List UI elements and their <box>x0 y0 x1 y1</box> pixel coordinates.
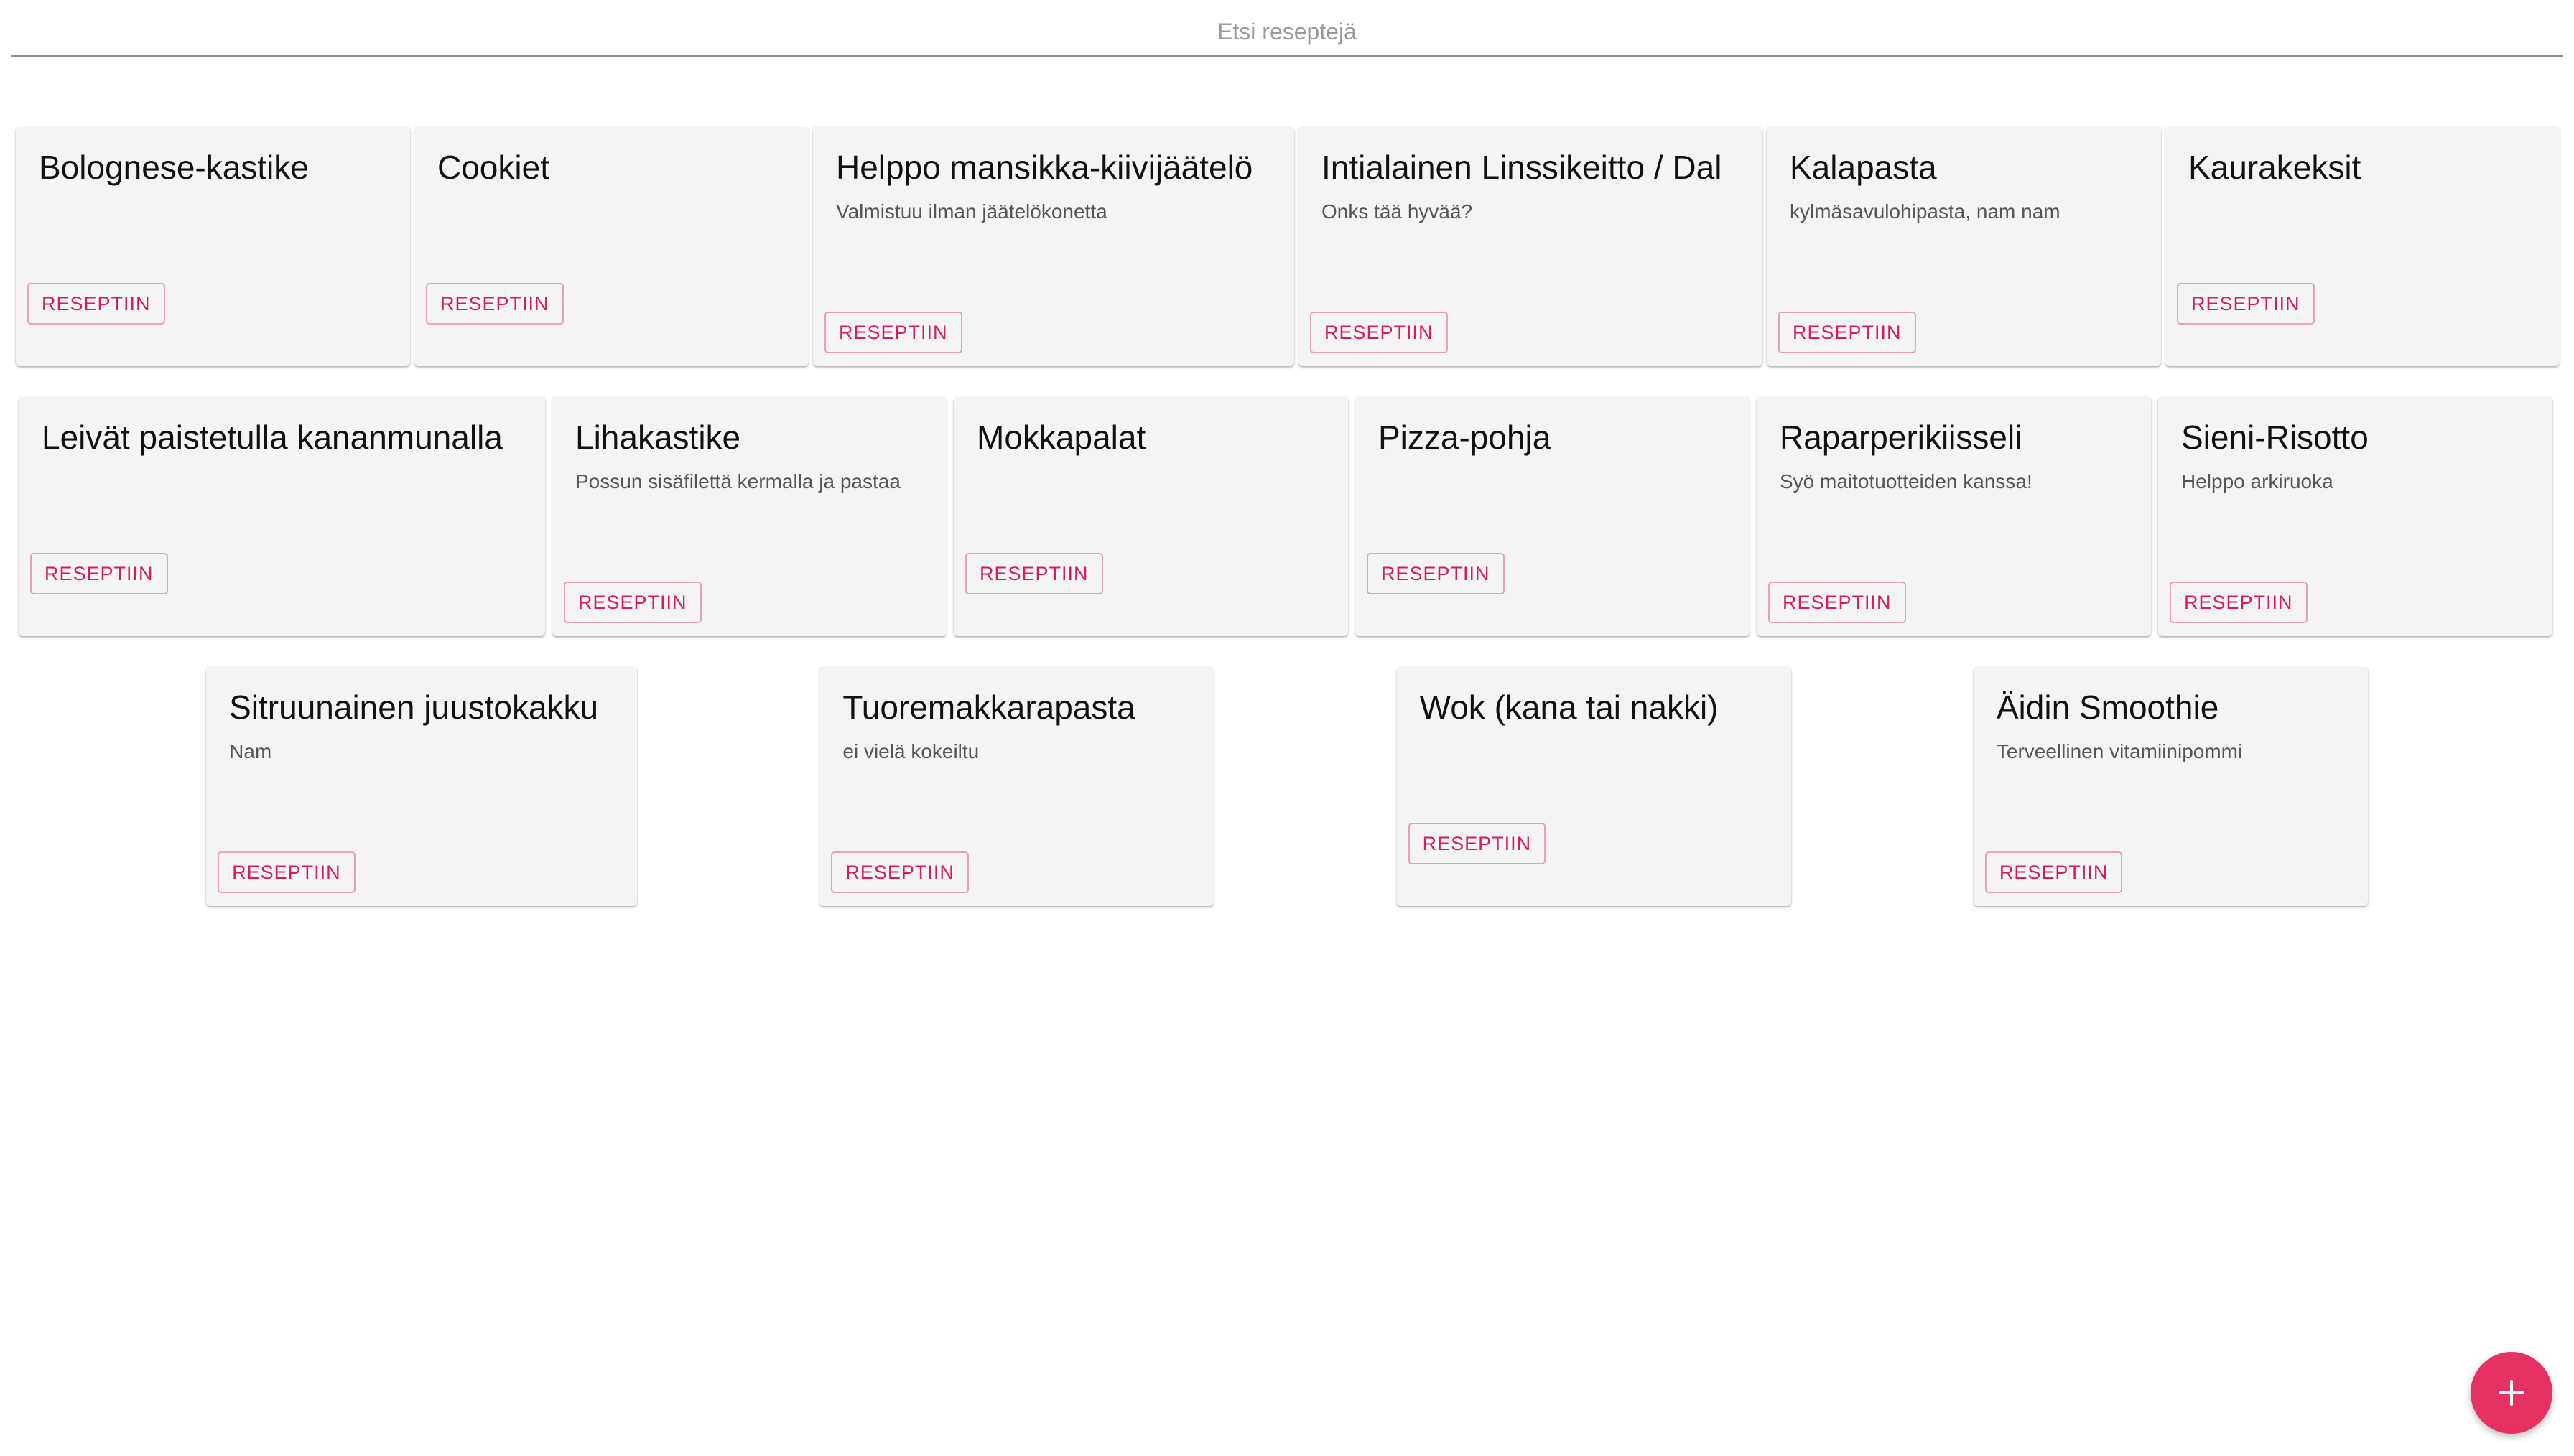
recipe-row-1: Bolognese-kastike RESEPTIIN Cookiet RESE… <box>0 126 2574 366</box>
recipe-card: Kaurakeksit RESEPTIIN <box>2165 126 2560 366</box>
recipe-card: Raparperikiisseli Syö maitotuotteiden ka… <box>1757 396 2151 636</box>
recipe-title: Cookiet <box>437 149 549 186</box>
recipe-card: Lihakastike Possun sisäfilettä kermalla … <box>552 396 947 636</box>
recipe-card: Leivät paistetulla kananmunalla RESEPTII… <box>19 396 545 636</box>
recipe-card: Bolognese-kastike RESEPTIIN <box>16 126 410 366</box>
recipe-title: Raparperikiisseli <box>1780 419 2022 456</box>
recipe-card: Kalapasta kylmäsavulohipasta, nam nam RE… <box>1767 126 2161 366</box>
open-recipe-button[interactable]: RESEPTIIN <box>218 851 356 893</box>
recipe-title: Sitruunainen juustokakku <box>229 689 599 726</box>
recipe-description: Onks tää hyvää? <box>1321 200 1473 223</box>
open-recipe-button[interactable]: RESEPTIIN <box>30 553 168 594</box>
recipe-card: Mokkapalat RESEPTIIN <box>954 396 1348 636</box>
open-recipe-button[interactable]: RESEPTIIN <box>564 582 702 623</box>
open-recipe-button[interactable]: RESEPTIIN <box>824 312 962 353</box>
recipe-title: Tuoremakkarapasta <box>842 689 1135 726</box>
recipe-title: Äidin Smoothie <box>1996 689 2219 726</box>
recipe-row-3: Sitruunainen juustokakku Nam RESEPTIIN T… <box>0 666 2574 906</box>
recipe-title: Helppo mansikka-kiivijäätelö <box>836 149 1253 186</box>
recipe-description: Nam <box>229 740 272 763</box>
open-recipe-button[interactable]: RESEPTIIN <box>1768 582 1906 623</box>
open-recipe-button[interactable]: RESEPTIIN <box>1984 851 2123 893</box>
add-recipe-button[interactable] <box>2471 1352 2552 1434</box>
open-recipe-button[interactable]: RESEPTIIN <box>1408 823 1546 864</box>
open-recipe-button[interactable]: RESEPTIIN <box>2170 582 2308 623</box>
recipe-description: kylmäsavulohipasta, nam nam <box>1790 200 2060 223</box>
recipe-title: Kalapasta <box>1790 149 1937 186</box>
recipe-description: Valmistuu ilman jäätelökonetta <box>836 200 1107 223</box>
recipe-description: Helppo arkiruoka <box>2181 470 2333 493</box>
recipe-title: Bolognese-kastike <box>39 149 309 186</box>
recipe-title: Kaurakeksit <box>2188 149 2361 186</box>
recipe-card: Sitruunainen juustokakku Nam RESEPTIIN <box>206 666 638 906</box>
recipe-card: Wok (kana tai nakki) RESEPTIIN <box>1396 666 1791 906</box>
recipe-card: Sieni-Risotto Helppo arkiruoka RESEPTIIN <box>2158 396 2552 636</box>
recipe-title: Wok (kana tai nakki) <box>1419 689 1719 726</box>
search-bar <box>11 0 2563 57</box>
recipe-title: Pizza-pohja <box>1378 419 1551 456</box>
plus-icon <box>2499 1380 2524 1406</box>
recipe-title: Sieni-Risotto <box>2181 419 2369 456</box>
recipe-title: Mokkapalat <box>977 419 1146 456</box>
recipe-description: Syö maitotuotteiden kanssa! <box>1780 470 2032 493</box>
open-recipe-button[interactable]: RESEPTIIN <box>1778 312 1916 353</box>
recipe-card: Cookiet RESEPTIIN <box>414 126 809 366</box>
recipe-card: Äidin Smoothie Terveellinen vitamiinipom… <box>1973 666 2368 906</box>
recipe-description: Terveellinen vitamiinipommi <box>1996 740 2243 763</box>
recipe-card: Pizza-pohja RESEPTIIN <box>1355 396 1750 636</box>
open-recipe-button[interactable]: RESEPTIIN <box>831 851 969 893</box>
search-input[interactable] <box>11 0 2563 55</box>
recipe-title: Lihakastike <box>575 419 741 456</box>
recipe-card: Intialainen Linssikeitto / Dal Onks tää … <box>1298 126 1762 366</box>
recipe-row-2: Leivät paistetulla kananmunalla RESEPTII… <box>0 396 2574 636</box>
recipe-title: Leivät paistetulla kananmunalla <box>42 419 503 456</box>
open-recipe-button[interactable]: RESEPTIIN <box>1367 553 1505 594</box>
recipe-title: Intialainen Linssikeitto / Dal <box>1321 149 1722 186</box>
recipe-description: Possun sisäfilettä kermalla ja pastaa <box>575 470 901 493</box>
recipe-description: ei vielä kokeiltu <box>842 740 980 763</box>
open-recipe-button[interactable]: RESEPTIIN <box>426 283 564 325</box>
open-recipe-button[interactable]: RESEPTIIN <box>1310 312 1448 353</box>
open-recipe-button[interactable]: RESEPTIIN <box>965 553 1103 594</box>
recipe-card: Tuoremakkarapasta ei vielä kokeiltu RESE… <box>819 666 1214 906</box>
open-recipe-button[interactable]: RESEPTIIN <box>27 283 165 325</box>
recipe-card: Helppo mansikka-kiivijäätelö Valmistuu i… <box>813 126 1294 366</box>
open-recipe-button[interactable]: RESEPTIIN <box>2177 283 2315 325</box>
